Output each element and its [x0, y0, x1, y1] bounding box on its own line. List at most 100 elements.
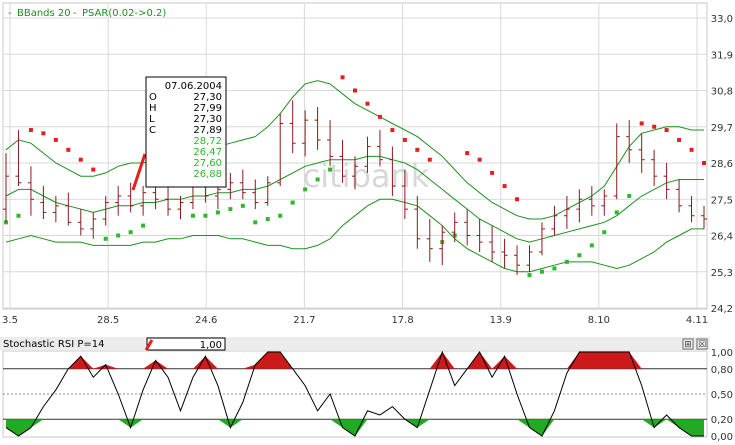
- psar-dot: [303, 187, 308, 192]
- psar-dot: [527, 273, 532, 278]
- psar-dot: [402, 137, 407, 142]
- tooltip-key: O: [149, 92, 157, 103]
- tooltip-value: 27,30: [193, 92, 222, 103]
- stoch-title: Stochastic RSI P=14: [3, 339, 105, 350]
- psar-dot: [41, 131, 46, 136]
- tooltip-indicator-value: 27,60: [193, 158, 222, 169]
- tooltip-indicator-values: 28,7226,4727,6026,88: [193, 136, 222, 180]
- psar-dot: [203, 213, 208, 218]
- psar-dot: [564, 259, 569, 264]
- legend-separator-2: -: [73, 8, 77, 19]
- psar-dot: [253, 220, 258, 225]
- legend-psar: PSAR(0.02->0.2): [82, 8, 166, 19]
- price-x-tick-label: 28.5: [97, 315, 119, 326]
- psar-dot: [128, 230, 133, 235]
- psar-dot: [427, 157, 432, 162]
- psar-dot: [215, 210, 220, 215]
- price-y-tick-label: 33,0: [711, 14, 733, 25]
- tooltip-date: 07.06.2004: [165, 81, 222, 92]
- stoch-value-text: 1,00: [200, 340, 222, 351]
- psar-dot: [190, 213, 195, 218]
- psar-dot: [103, 236, 108, 241]
- price-x-tick-label: 13.9: [490, 315, 512, 326]
- price-x-tick-label: 21.7: [293, 315, 315, 326]
- price-y-tick-label: 30,8: [711, 87, 733, 98]
- psar-dot: [353, 88, 357, 93]
- close-icon: ☒: [698, 340, 706, 350]
- psar-dot: [390, 128, 395, 133]
- psar-dot: [490, 170, 495, 175]
- stoch-y-axis: 0,00 0,20 0,50 0,80 1,00: [711, 348, 733, 443]
- psar-dot: [639, 121, 644, 126]
- price-y-tick-label: 29,7: [711, 123, 733, 134]
- psar-dot: [66, 147, 71, 152]
- psar-dot: [477, 157, 482, 162]
- stoch-y-tick-label: 1,00: [711, 348, 733, 359]
- price-x-tick-label: 3.5: [2, 315, 18, 326]
- psar-dot: [141, 223, 146, 228]
- price-y-tick-label: 31,9: [711, 50, 733, 61]
- psar-dot: [377, 114, 382, 119]
- psar-dot: [614, 210, 619, 215]
- psar-dot: [664, 128, 669, 133]
- stoch-title-bar: [0, 337, 710, 350]
- psar-dot: [539, 269, 544, 274]
- price-x-axis: 3.5 28.5 24.6 21.7 17.8 13.9 8.10 4.11: [2, 315, 708, 326]
- psar-dot: [502, 184, 507, 189]
- psar-dot: [415, 147, 420, 152]
- legend-bbands: BBands 20: [17, 8, 71, 19]
- watermark-text: citibank: [303, 157, 430, 195]
- psar-dot: [116, 233, 121, 238]
- price-y-tick-label: 26,4: [711, 232, 733, 243]
- chart-root: citibank 24,2 25,3 26,4 27,5 28,6 29,7 30,8 31,…: [0, 0, 735, 443]
- price-legend: - BBands 20 - PSAR(0.02->0.2): [8, 8, 166, 19]
- tooltip-indicator-value: 26,47: [193, 147, 222, 158]
- price-y-axis: 24,2 25,3 26,4 27,5 28,6 29,7 30,8 31,9 33,0: [711, 14, 733, 315]
- tooltip-value: 27,99: [193, 103, 222, 114]
- price-y-tick-label: 28,6: [711, 159, 733, 170]
- price-x-tick-label: 8.10: [588, 315, 610, 326]
- psar-dot: [365, 101, 370, 106]
- psar-dot: [91, 167, 96, 172]
- price-y-tick-label: 27,5: [711, 195, 733, 206]
- price-x-tick-label: 17.8: [391, 315, 413, 326]
- tooltip-key: C: [149, 125, 156, 136]
- psar-dot: [515, 197, 520, 202]
- price-x-tick-label: 24.6: [195, 315, 217, 326]
- psar-dot: [28, 128, 33, 133]
- tooltip-key: H: [149, 103, 157, 114]
- maximize-icon: ⊞: [684, 340, 692, 350]
- psar-dot: [278, 213, 283, 218]
- psar-dot: [602, 230, 607, 235]
- psar-dot: [340, 75, 345, 80]
- ohlc-tooltip: 07.06.2004 O 27,30 H 27,99 L 27,30 C 27,89 28,7…: [131, 76, 227, 191]
- price-y-tick-label: 25,3: [711, 268, 733, 279]
- tooltip-key: L: [149, 114, 155, 125]
- tooltip-value: 27,89: [193, 125, 222, 136]
- psar-dot: [652, 124, 657, 129]
- psar-dot: [702, 161, 706, 165]
- psar-dot: [228, 207, 233, 212]
- stoch-y-tick-label: 0,20: [711, 415, 733, 426]
- tooltip-indicator-value: 28,72: [193, 136, 222, 147]
- tooltip-indicator-value: 26,88: [193, 169, 222, 180]
- stoch-y-tick-label: 0,80: [711, 365, 733, 376]
- stoch-y-tick-label: 0,00: [711, 432, 733, 441]
- legend-separator-1: -: [8, 8, 12, 19]
- chart-canvas: citibank 24,2 25,3 26,4 27,5 28,6 29,7 30,8 31,…: [0, 2, 733, 443]
- psar-dot: [552, 266, 557, 271]
- psar-dot: [577, 253, 582, 258]
- stoch-y-tick-label: 0,50: [711, 390, 733, 401]
- psar-dot: [315, 177, 320, 182]
- psar-dot: [465, 151, 470, 156]
- price-y-tick-label: 24,2: [711, 304, 733, 315]
- psar-dot: [589, 243, 594, 248]
- psar-dot: [53, 137, 58, 142]
- psar-dot: [16, 213, 21, 218]
- psar-dot: [627, 193, 632, 198]
- price-x-tick-label: 4.11: [686, 315, 708, 326]
- psar-dot: [265, 217, 270, 222]
- psar-dot: [240, 203, 245, 208]
- psar-dot: [328, 167, 333, 172]
- psar-dot: [689, 147, 694, 152]
